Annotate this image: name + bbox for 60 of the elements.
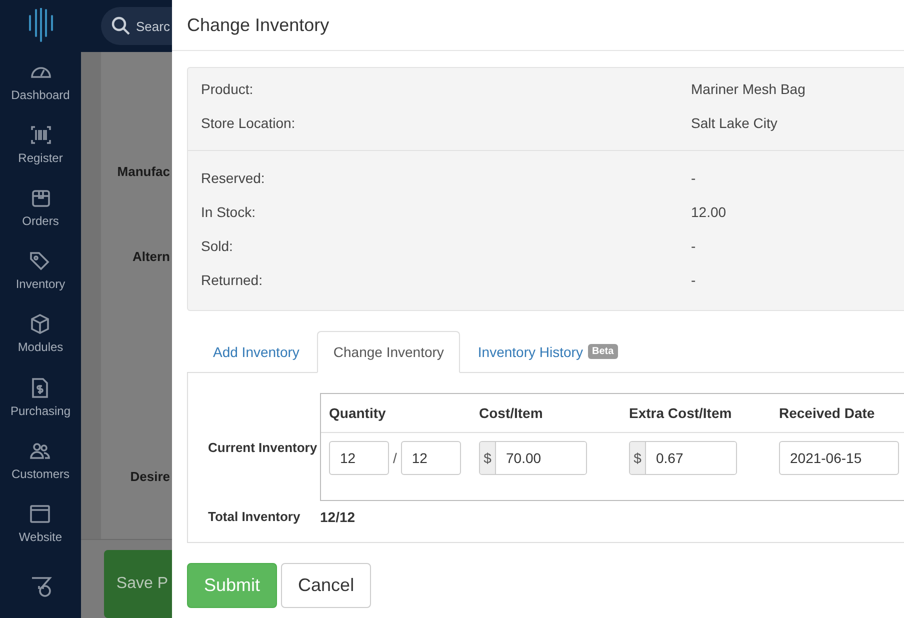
tab[interactable]: Change Inventory	[317, 331, 460, 373]
cancel-button[interactable]: Cancel	[281, 563, 372, 608]
funnel-dollar-icon	[30, 575, 52, 598]
column-header: Cost/Item	[478, 405, 544, 421]
sidebar-item[interactable]: Inventory	[16, 239, 66, 302]
cube-icon	[29, 313, 52, 336]
sidebar-item[interactable]: Register	[18, 112, 63, 176]
sidebar-item[interactable]: Orders	[22, 176, 59, 240]
tab[interactable]: Add Inventory	[197, 331, 316, 372]
search-icon	[111, 16, 131, 36]
logo-icon	[26, 8, 54, 42]
column-header: Extra Cost/Item	[628, 405, 733, 421]
sidebar-label: Dashboard	[11, 88, 70, 102]
field-label: Desire	[130, 469, 170, 484]
sidebar-item[interactable]: Dashboard	[11, 50, 70, 113]
sidebar-label: Register	[18, 150, 63, 165]
tab[interactable]: Inventory History Beta	[462, 331, 634, 372]
extra-cost-field[interactable]: $ 0.67	[629, 441, 737, 475]
info-value: Mariner Mesh Bag	[691, 81, 806, 97]
info-value: -	[691, 272, 696, 288]
save-button[interactable]: Save P	[104, 550, 172, 618]
search-field[interactable]: Searc	[101, 7, 172, 45]
sidebar-label: Inventory	[16, 277, 66, 292]
sidebar-label: Orders	[22, 214, 59, 228]
column-header: Received Date	[778, 405, 876, 421]
sidebar-item[interactable]: Purchasing	[10, 365, 71, 429]
info-value: -	[691, 170, 696, 186]
info-label: Sold:	[201, 238, 234, 254]
separator: /	[393, 450, 397, 466]
info-label: Reserved:	[201, 170, 266, 186]
info-label: Store Location:	[201, 115, 296, 131]
modal-title: Change Inventory	[187, 14, 330, 36]
sidebar-item[interactable]: Website	[18, 492, 62, 555]
sidebar-item[interactable]: Customers	[11, 428, 70, 492]
sidebar-label: Website	[18, 530, 62, 544]
sidebar-label: Purchasing	[10, 404, 71, 418]
total-value: 12/12	[320, 509, 356, 525]
info-value: -	[691, 238, 696, 254]
sidebar-label: Modules	[18, 340, 64, 354]
barcode-icon	[30, 124, 52, 146]
total-label: Total Inventory	[208, 509, 302, 525]
info-value: 12.00	[691, 204, 726, 220]
row-label: Current Inventory	[208, 440, 318, 454]
box-icon	[30, 187, 52, 210]
info-value: Salt Lake City	[691, 115, 778, 131]
quantity-field[interactable]: 12	[329, 441, 389, 475]
browser-window-icon	[29, 502, 52, 525]
column-header: Quantity	[328, 405, 387, 421]
sidebar-label: Customers	[11, 466, 70, 481]
cost-field[interactable]: $ 70.00	[479, 441, 587, 475]
info-label: Product:	[201, 81, 254, 97]
field-label: Manufac	[117, 164, 170, 179]
info-label: In Stock:	[201, 204, 256, 220]
info-label: Returned:	[201, 272, 264, 288]
tag-icon	[29, 250, 52, 272]
quantity-total-field[interactable]: 12	[400, 441, 461, 475]
field-label: Altern	[132, 249, 170, 264]
beta-badge: Beta	[588, 344, 618, 359]
sidebar-item[interactable]: Modules	[18, 302, 64, 366]
date-field[interactable]: 2021-06-15	[779, 441, 899, 475]
